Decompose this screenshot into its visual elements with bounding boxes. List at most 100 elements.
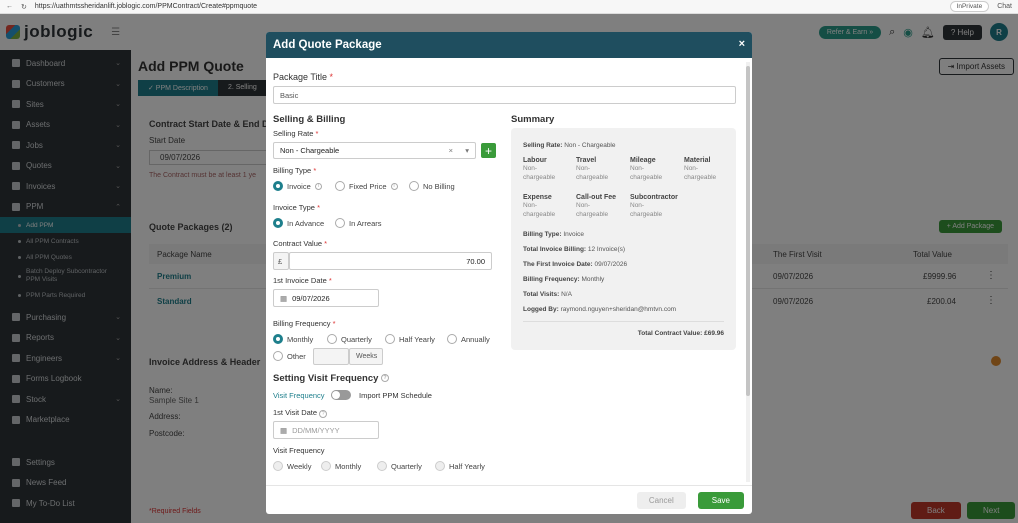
info-icon[interactable]: i xyxy=(314,182,322,190)
required-marker: * xyxy=(332,319,336,328)
visit-freq-half-yearly[interactable]: Half Yearly xyxy=(435,461,485,471)
radio-icon xyxy=(447,334,457,344)
billing-type-fixed-price[interactable]: Fixed Price i xyxy=(335,181,398,191)
package-title-label: Package Title * xyxy=(273,72,333,82)
info-icon[interactable]: ? xyxy=(319,410,328,418)
summary-logged-by: Logged By: raymond.nguyen+sheridan@hmtvn… xyxy=(523,306,676,313)
modal-footer: Cancel Save xyxy=(266,485,752,514)
modal-body: Package Title * Basic Selling & Billing … xyxy=(266,58,744,485)
summary-col-value: Non-chargeable xyxy=(576,165,609,182)
info-icon[interactable]: i xyxy=(390,182,398,190)
visit-frequency-tab[interactable]: Visit Frequency xyxy=(273,391,325,400)
radio-label: Half Yearly xyxy=(449,461,485,471)
billing-freq-quarterly[interactable]: Quarterly xyxy=(327,334,372,344)
invoice-type-in-advance[interactable]: In Advance xyxy=(273,218,324,228)
weeks-addon: Weeks xyxy=(349,348,383,365)
radio-label: Monthly xyxy=(335,461,362,471)
summary-key: The First Invoice Date: xyxy=(523,261,593,268)
contract-value-input[interactable]: 70.00 xyxy=(289,252,492,270)
label-text: 1st Visit Date xyxy=(273,408,318,417)
summary-total-invoice: Total Invoice Billing: 12 Invoice(s) xyxy=(523,246,625,253)
summary-subcontractor: Subcontractor Non-chargeable xyxy=(630,194,678,219)
add-quote-package-modal: Add Quote Package × Package Title * Basi… xyxy=(266,32,752,514)
invoice-type-in-arrears[interactable]: In Arrears xyxy=(335,218,382,228)
radio-label: Invoice xyxy=(287,181,311,191)
label-text: Package Title xyxy=(273,72,328,82)
required-marker: * xyxy=(317,203,320,212)
summary-value: 12 Invoice(s) xyxy=(587,246,626,253)
cancel-button[interactable]: Cancel xyxy=(636,491,686,509)
label-text: Selling Rate xyxy=(273,129,314,138)
required-marker: * xyxy=(328,276,332,285)
back-icon[interactable]: ← xyxy=(6,3,13,10)
close-icon[interactable]: × xyxy=(739,38,745,50)
summary-col-head: Subcontractor xyxy=(630,194,678,201)
address-bar[interactable]: https://uathmtssheridanlift.joblogic.com… xyxy=(35,3,942,10)
label-text: Contract Value xyxy=(273,239,323,248)
first-visit-date-label: 1st Visit Date ? xyxy=(273,408,328,418)
visit-freq-quarterly[interactable]: Quarterly xyxy=(377,461,422,471)
summary-key: Total Visits: xyxy=(523,291,560,298)
modal-scrollbar-thumb[interactable] xyxy=(746,66,750,396)
summary-col-head: Material xyxy=(684,157,711,164)
summary-value: raymond.nguyen+sheridan@hmtvn.com xyxy=(560,306,677,313)
billing-type-no-billing[interactable]: No Billing xyxy=(409,181,455,191)
inprivate-badge[interactable]: InPrivate xyxy=(949,1,990,12)
refresh-icon[interactable]: ↻ xyxy=(21,3,27,11)
selling-billing-heading: Selling & Billing xyxy=(273,114,346,125)
billing-freq-half-yearly[interactable]: Half Yearly xyxy=(385,334,435,344)
radio-label: Monthly xyxy=(287,334,314,344)
summary-col-value: Non-chargeable xyxy=(630,165,663,182)
package-title-input[interactable]: Basic xyxy=(273,86,736,104)
clear-icon[interactable]: × xyxy=(449,146,453,155)
billing-freq-other[interactable]: Other xyxy=(273,351,306,361)
summary-key: Billing Type: xyxy=(523,231,562,238)
billing-freq-annually[interactable]: Annually xyxy=(447,334,490,344)
label-text: Invoice Type xyxy=(273,203,315,212)
summary-value: Invoice xyxy=(563,231,584,238)
calendar-icon: ▦ xyxy=(280,425,288,435)
radio-label: Annually xyxy=(461,334,490,344)
date-value: 09/07/2026 xyxy=(292,293,330,303)
chat-button[interactable]: Chat xyxy=(997,3,1012,10)
summary-value: 09/07/2026 xyxy=(594,261,628,268)
summary-value: Non - Chargeable xyxy=(564,142,616,149)
summary-key: Logged By: xyxy=(523,306,559,313)
radio-label: Weekly xyxy=(287,461,312,471)
billing-type-label: Billing Type * xyxy=(273,166,316,175)
summary-labour: Labour Non-chargeable xyxy=(523,157,563,182)
heading-text: Setting Visit Frequency xyxy=(273,373,379,384)
summary-col-value: Non-chargeable xyxy=(576,202,609,219)
invoice-type-label: Invoice Type * xyxy=(273,203,320,212)
visit-freq-weekly[interactable]: Weekly xyxy=(273,461,311,471)
first-invoice-date-input[interactable]: ▦ 09/07/2026 xyxy=(273,289,379,307)
currency-addon: £ xyxy=(273,252,289,270)
summary-col-head: Labour xyxy=(523,157,547,164)
billing-frequency-label: Billing Frequency * xyxy=(273,319,336,328)
summary-col-head: Call-out Fee xyxy=(576,194,617,201)
modal-title: Add Quote Package xyxy=(273,39,382,51)
radio-label: No Billing xyxy=(423,181,455,191)
save-button[interactable]: Save xyxy=(697,491,744,509)
info-icon[interactable]: ? xyxy=(381,374,390,383)
radio-label: In Advance xyxy=(287,218,325,228)
import-schedule-label: Import PPM Schedule xyxy=(359,391,432,400)
import-schedule-toggle[interactable] xyxy=(331,390,351,400)
visit-freq-monthly[interactable]: Monthly xyxy=(321,461,361,471)
visit-frequency-label: Visit Frequency xyxy=(273,446,325,455)
selling-rate-select[interactable]: Non - Chargeable × ▾ xyxy=(273,142,476,159)
billing-freq-monthly[interactable]: Monthly xyxy=(273,334,313,344)
chevron-down-icon[interactable]: ▾ xyxy=(465,146,469,155)
summary-mileage: Mileage Non-chargeable xyxy=(630,157,670,182)
summary-col-head: Expense xyxy=(523,194,552,201)
label-text: 1st Invoice Date xyxy=(273,276,327,285)
billing-type-invoice[interactable]: Invoice i xyxy=(273,181,322,191)
radio-label: Half Yearly xyxy=(399,334,435,344)
first-visit-date-input[interactable]: ▦ DD/MM/YYYY xyxy=(273,421,379,439)
radio-label: Fixed Price xyxy=(349,181,387,191)
summary-total-visits: Total Visits: N/A xyxy=(523,291,572,298)
other-weeks-input[interactable] xyxy=(313,348,349,365)
summary-divider xyxy=(523,321,724,322)
add-selling-rate-button[interactable]: + xyxy=(481,143,496,158)
summary-col-value: Non-chargeable xyxy=(523,202,556,219)
